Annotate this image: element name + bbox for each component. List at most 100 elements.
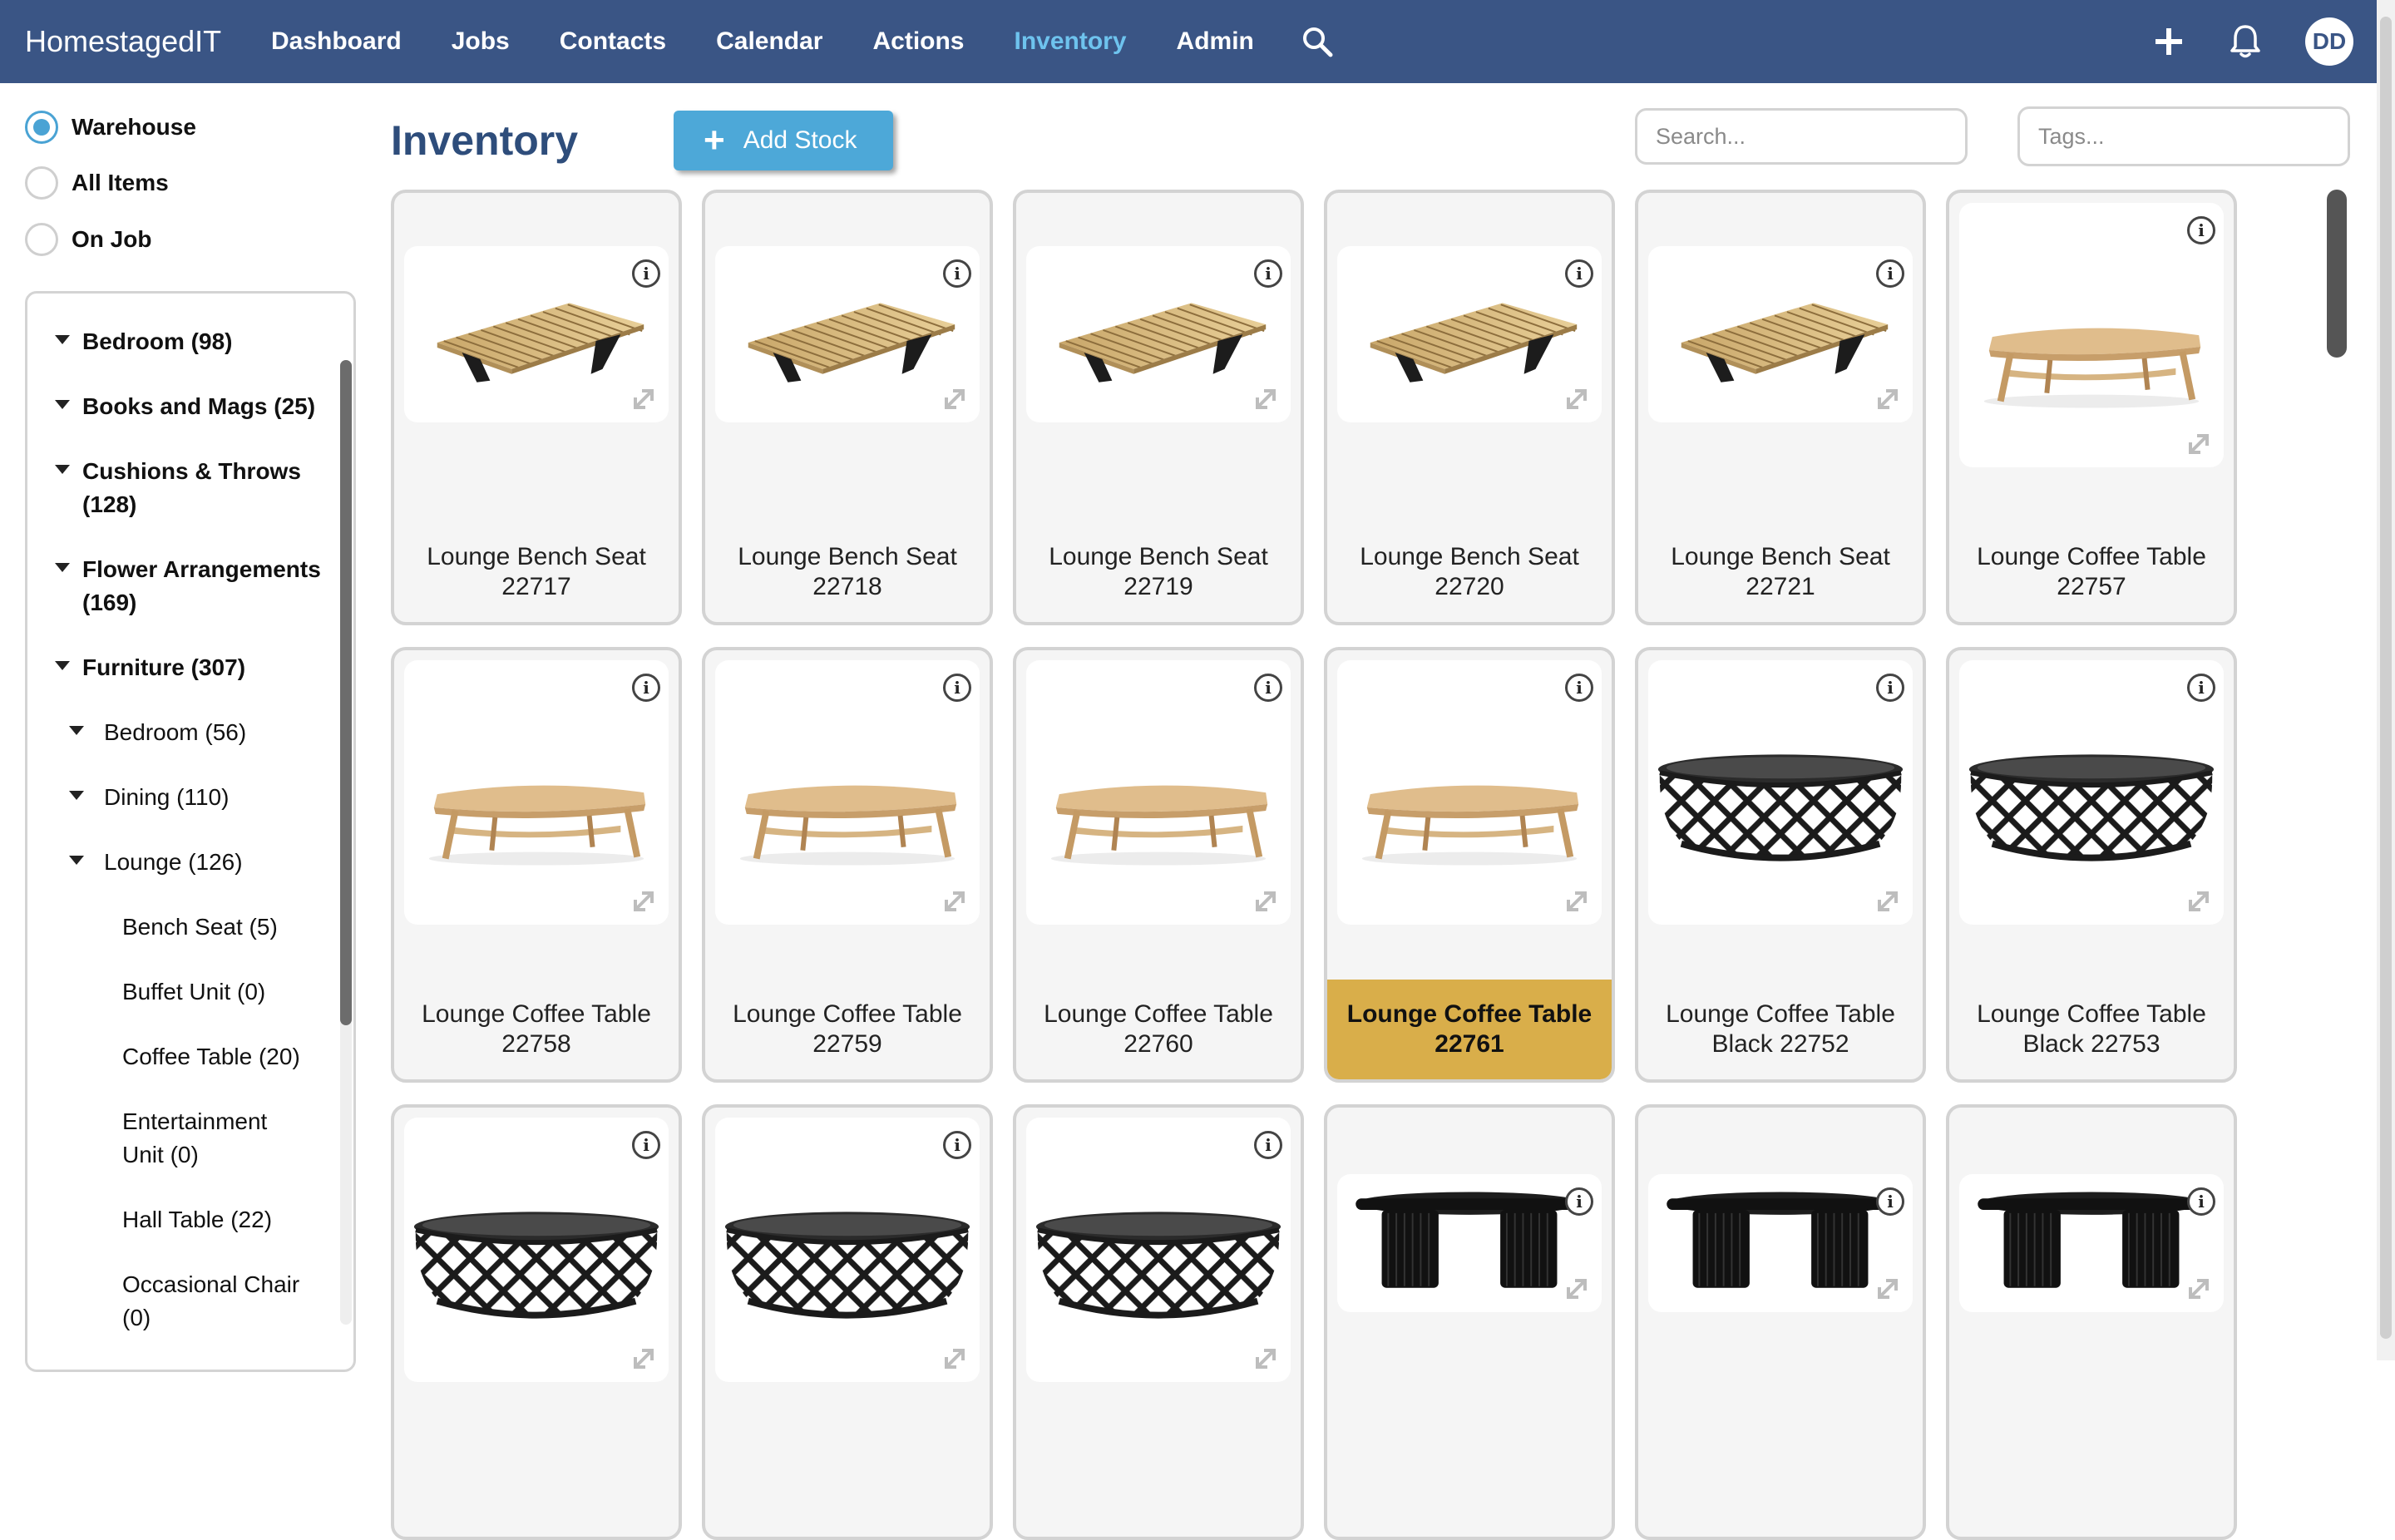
caret-down-icon[interactable]: [69, 856, 84, 865]
search-input[interactable]: [1635, 108, 1968, 165]
info-icon[interactable]: i: [1876, 259, 1904, 288]
product-image[interactable]: i: [1337, 246, 1602, 422]
user-avatar[interactable]: DD: [2305, 17, 2353, 66]
tree-scrollbar-thumb[interactable]: [340, 360, 352, 1025]
info-icon[interactable]: i: [632, 674, 660, 702]
caret-down-icon[interactable]: [69, 726, 84, 735]
inventory-card[interactable]: i Lounge Coffee Table 22761: [1324, 647, 1615, 1083]
tree-item-hall-table[interactable]: Hall Table (22): [122, 1203, 330, 1236]
product-image[interactable]: i: [1026, 1118, 1291, 1382]
product-image[interactable]: i: [404, 246, 669, 422]
brand-logo[interactable]: HomestagedIT: [25, 24, 271, 59]
expand-icon[interactable]: [2182, 885, 2215, 918]
tree-item-occasional-chair[interactable]: Occasional Chair (0): [122, 1268, 314, 1335]
tree-item-furniture-bedroom[interactable]: Bedroom (56): [104, 716, 328, 749]
tree-item-buffet-unit[interactable]: Buffet Unit (0): [122, 975, 330, 1009]
info-icon[interactable]: i: [2187, 674, 2215, 702]
filter-warehouse[interactable]: Warehouse: [25, 111, 196, 144]
expand-icon[interactable]: [1249, 383, 1282, 416]
inventory-card[interactable]: i Lounge Bench Seat 22720: [1324, 190, 1615, 625]
product-image[interactable]: i: [1026, 660, 1291, 925]
expand-icon[interactable]: [938, 383, 971, 416]
info-icon[interactable]: i: [632, 259, 660, 288]
info-icon[interactable]: i: [943, 1131, 971, 1159]
expand-icon[interactable]: [2182, 427, 2215, 461]
product-image[interactable]: i: [1648, 1174, 1913, 1312]
page-scrollbar-thumb[interactable]: [2380, 17, 2392, 1339]
info-icon[interactable]: i: [1565, 1187, 1593, 1216]
caret-down-icon[interactable]: [55, 335, 70, 344]
inventory-card[interactable]: i: [1946, 1104, 2237, 1540]
expand-icon[interactable]: [1249, 885, 1282, 918]
product-image[interactable]: i: [1959, 660, 2224, 925]
expand-icon[interactable]: [1560, 1272, 1593, 1306]
tree-item-bench-seat[interactable]: Bench Seat (5): [122, 911, 330, 944]
tree-item-furniture[interactable]: Furniture (307): [82, 651, 332, 684]
plus-icon[interactable]: [2152, 25, 2185, 58]
product-image[interactable]: i: [1337, 660, 1602, 925]
expand-icon[interactable]: [1871, 1272, 1904, 1306]
inventory-card[interactable]: i Lounge Coffee Table 22759: [702, 647, 993, 1083]
nav-link-actions[interactable]: Actions: [872, 27, 964, 56]
info-icon[interactable]: i: [1876, 1187, 1904, 1216]
tree-scrollbar[interactable]: [340, 360, 352, 1325]
product-image[interactable]: i: [1959, 203, 2224, 467]
nav-link-calendar[interactable]: Calendar: [716, 27, 822, 56]
radio-on-job[interactable]: [25, 223, 58, 256]
product-image[interactable]: i: [1959, 1174, 2224, 1312]
inventory-card[interactable]: i Lounge Bench Seat 22718: [702, 190, 993, 625]
page-scrollbar[interactable]: [2377, 0, 2395, 1360]
product-image[interactable]: i: [1337, 1174, 1602, 1312]
expand-icon[interactable]: [1560, 885, 1593, 918]
info-icon[interactable]: i: [2187, 1187, 2215, 1216]
info-icon[interactable]: i: [2187, 216, 2215, 244]
caret-down-icon[interactable]: [55, 661, 70, 670]
tree-item-furniture-dining[interactable]: Dining (110): [104, 781, 328, 814]
caret-down-icon[interactable]: [69, 791, 84, 800]
nav-link-contacts[interactable]: Contacts: [560, 27, 666, 56]
filter-all-items[interactable]: All Items: [25, 166, 169, 200]
inventory-card[interactable]: i: [1324, 1104, 1615, 1540]
product-image[interactable]: i: [1648, 246, 1913, 422]
inventory-card[interactable]: i Lounge Coffee Table Black 22752: [1635, 647, 1926, 1083]
inventory-card[interactable]: i Lounge Coffee Table 22758: [391, 647, 682, 1083]
nav-link-inventory[interactable]: Inventory: [1015, 27, 1127, 56]
nav-link-admin[interactable]: Admin: [1177, 27, 1254, 56]
expand-icon[interactable]: [1560, 383, 1593, 416]
inventory-card[interactable]: i Lounge Bench Seat 22719: [1013, 190, 1304, 625]
expand-icon[interactable]: [938, 885, 971, 918]
info-icon[interactable]: i: [943, 674, 971, 702]
inventory-card[interactable]: i Lounge Coffee Table Black 22753: [1946, 647, 2237, 1083]
product-image[interactable]: i: [1648, 660, 1913, 925]
inventory-card[interactable]: i: [1013, 1104, 1304, 1540]
product-image[interactable]: i: [404, 660, 669, 925]
info-icon[interactable]: i: [1254, 674, 1282, 702]
inventory-card[interactable]: i Lounge Coffee Table 22757: [1946, 190, 2237, 625]
product-image[interactable]: i: [404, 1118, 669, 1382]
info-icon[interactable]: i: [1565, 259, 1593, 288]
product-image[interactable]: i: [715, 660, 980, 925]
filter-on-job[interactable]: On Job: [25, 223, 151, 256]
tree-item-coffee-table[interactable]: Coffee Table (20): [122, 1040, 330, 1074]
grid-scrollbar[interactable]: [2327, 190, 2347, 1360]
add-stock-button[interactable]: + Add Stock: [674, 111, 893, 170]
expand-icon[interactable]: [627, 383, 660, 416]
expand-icon[interactable]: [627, 1342, 660, 1375]
expand-icon[interactable]: [938, 1342, 971, 1375]
nav-link-jobs[interactable]: Jobs: [452, 27, 510, 56]
product-image[interactable]: i: [715, 246, 980, 422]
bell-icon[interactable]: [2229, 23, 2262, 60]
radio-all-items[interactable]: [25, 166, 58, 200]
grid-scrollbar-thumb[interactable]: [2327, 190, 2347, 358]
tags-input[interactable]: [2017, 106, 2350, 166]
expand-icon[interactable]: [627, 885, 660, 918]
search-icon[interactable]: [1301, 25, 1334, 58]
radio-warehouse[interactable]: [25, 111, 58, 144]
tree-item-cushions-throws[interactable]: Cushions & Throws (128): [82, 455, 315, 521]
product-image[interactable]: i: [715, 1118, 980, 1382]
tree-item-entertainment-unit[interactable]: Entertainment Unit (0): [122, 1105, 297, 1172]
info-icon[interactable]: i: [632, 1131, 660, 1159]
inventory-card[interactable]: i: [702, 1104, 993, 1540]
tree-item-books-and-mags[interactable]: Books and Mags (25): [82, 390, 332, 423]
inventory-card[interactable]: i Lounge Coffee Table 22760: [1013, 647, 1304, 1083]
